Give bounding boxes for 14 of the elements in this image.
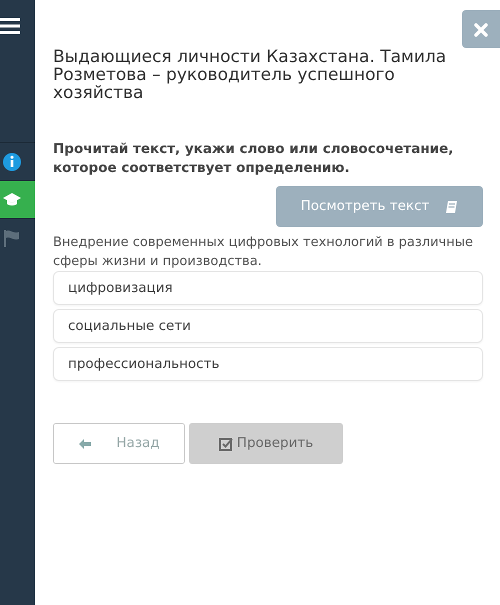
definition-text: Внедрение современных цифровых технологий в различные сферы жизни и производства. [53, 234, 474, 271]
answer-option[interactable]: социальные сети [53, 309, 483, 343]
answer-option[interactable]: цифровизация [53, 271, 483, 305]
menu-icon[interactable] [0, 18, 20, 34]
left-arrow-icon [78, 438, 92, 450]
sidebar-tab[interactable] [0, 180, 35, 218]
info-icon [2, 152, 22, 172]
instruction-text: Прочитай текст, укажи слово или словосочетание, которое соответствует определению. [53, 140, 454, 178]
close-icon [474, 22, 488, 37]
book-icon [445, 200, 458, 214]
flag-icon [2, 228, 22, 248]
answer-option[interactable]: профессиональность [53, 347, 483, 381]
checkbox-icon [218, 436, 233, 450]
lesson-title: Выдающиеся личности Казахстана. Тамила Розметова – руководитель успешного хозяйства [53, 48, 448, 102]
